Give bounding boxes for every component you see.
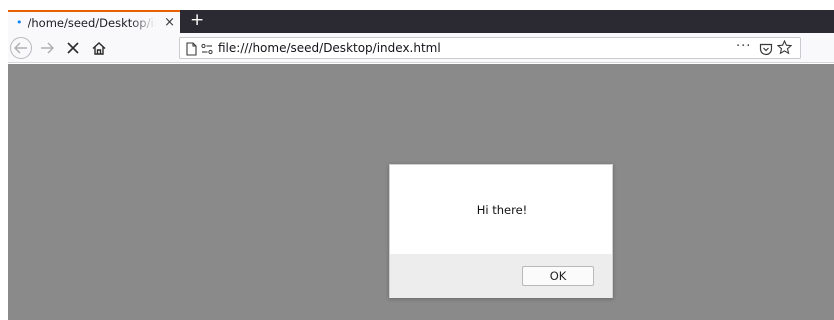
alert-dialog: Hi there! OK bbox=[389, 164, 613, 298]
navigation-toolbar: file:///home/seed/Desktop/index.html ··· bbox=[8, 33, 834, 63]
url-text[interactable]: file:///home/seed/Desktop/index.html bbox=[218, 41, 441, 55]
forward-arrow-icon bbox=[41, 42, 54, 54]
new-tab-button[interactable]: + bbox=[190, 10, 204, 33]
tab-close-button[interactable]: × bbox=[164, 15, 175, 31]
dialog-message: Hi there! bbox=[476, 203, 528, 217]
permissions-icon[interactable] bbox=[201, 41, 213, 60]
tab-strip: • /home/seed/Desktop/index.html × + bbox=[8, 10, 834, 33]
stop-button[interactable] bbox=[64, 37, 82, 59]
home-button[interactable] bbox=[90, 37, 108, 59]
bookmark-star-icon[interactable] bbox=[776, 39, 793, 59]
forward-button[interactable] bbox=[38, 37, 56, 59]
back-arrow-icon bbox=[14, 42, 27, 54]
ok-button[interactable]: OK bbox=[522, 266, 594, 286]
tab-title: /home/seed/Desktop/index.html bbox=[27, 15, 156, 30]
back-button[interactable] bbox=[10, 37, 32, 59]
dialog-footer: OK bbox=[390, 254, 612, 298]
home-icon bbox=[92, 41, 106, 55]
close-x-icon bbox=[67, 42, 79, 54]
pocket-icon[interactable] bbox=[759, 41, 773, 60]
page-icon bbox=[186, 41, 197, 60]
tab-active[interactable]: • /home/seed/Desktop/index.html × bbox=[8, 10, 180, 33]
url-bar[interactable]: file:///home/seed/Desktop/index.html ··· bbox=[179, 37, 801, 59]
page-actions-button[interactable]: ··· bbox=[736, 38, 751, 56]
tab-loading-dot-icon: • bbox=[16, 16, 23, 29]
